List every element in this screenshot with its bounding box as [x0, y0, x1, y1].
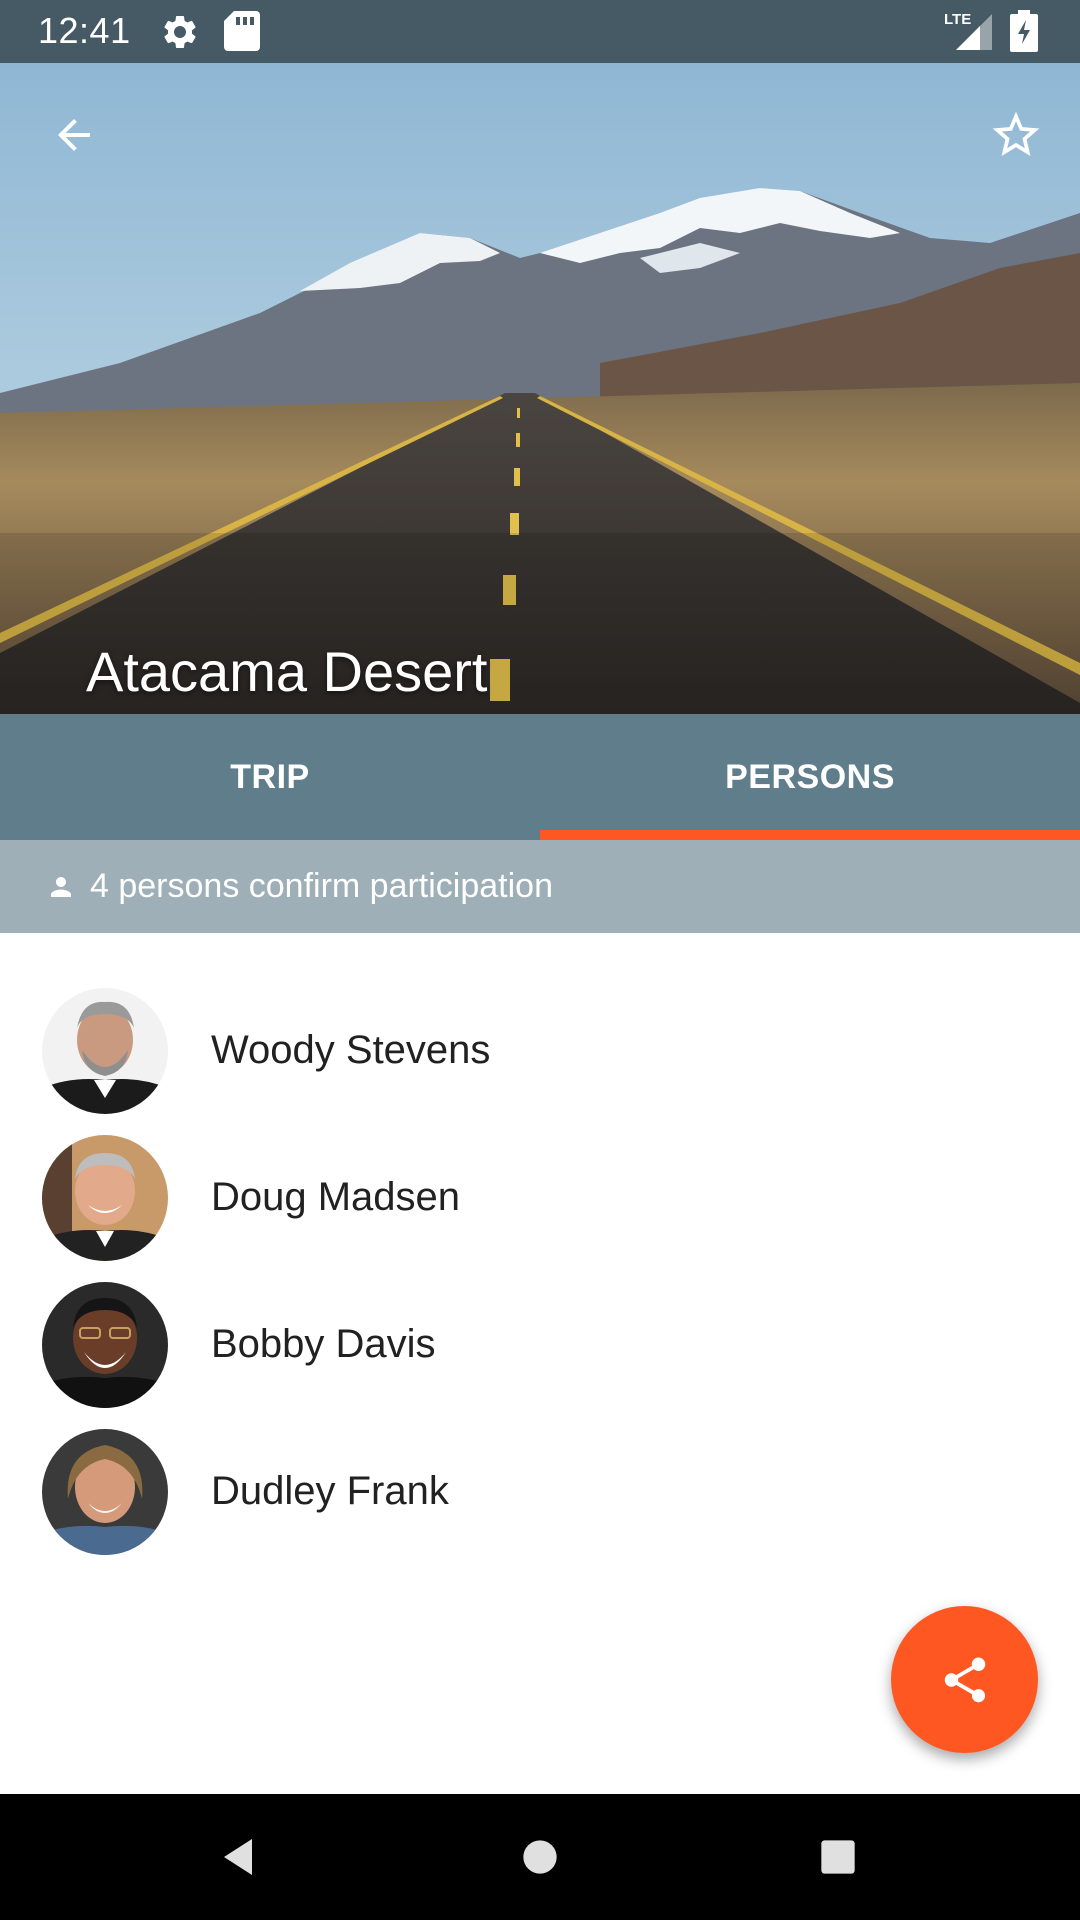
nav-home-icon[interactable] — [506, 1823, 574, 1891]
person-name: Doug Madsen — [211, 1175, 461, 1219]
lte-label: LTE — [944, 11, 971, 28]
avatar — [42, 1281, 168, 1408]
tab-persons[interactable]: PERSONS — [540, 714, 1080, 840]
status-bar: 12:41 LTE — [0, 0, 1080, 63]
desert-road-mountain-photo — [0, 63, 1080, 714]
status-time: 12:41 — [38, 10, 131, 51]
settings-icon — [160, 12, 200, 57]
share-button[interactable] — [891, 1606, 1038, 1753]
nav-back-icon[interactable] — [206, 1823, 274, 1891]
hero-header: Atacama Desert — [0, 63, 1080, 714]
nav-recents-icon[interactable] — [804, 1823, 872, 1891]
participation-text: 4 persons confirm participation — [90, 867, 554, 905]
arrow-back-icon — [50, 111, 98, 159]
back-button[interactable] — [26, 87, 122, 183]
list-item[interactable]: Bobby Davis — [0, 1271, 1080, 1418]
list-item[interactable]: Doug Madsen — [0, 1124, 1080, 1271]
person-name: Dudley Frank — [211, 1469, 449, 1513]
list-item[interactable]: Dudley Frank — [0, 1418, 1080, 1565]
star-outline-icon — [988, 107, 1044, 163]
favorite-button[interactable] — [968, 87, 1064, 183]
tab-bar: TRIP PERSONS — [0, 714, 1080, 840]
tab-persons-label: PERSONS — [725, 757, 895, 796]
sd-card-icon — [224, 11, 260, 56]
trip-title: Atacama Desert — [86, 640, 488, 703]
avatar — [42, 987, 168, 1114]
system-nav-bar — [0, 1794, 1080, 1920]
lte-signal-icon: LTE — [944, 10, 994, 57]
person-name: Bobby Davis — [211, 1322, 436, 1366]
tab-trip-label: TRIP — [230, 757, 310, 796]
person-icon — [46, 872, 76, 902]
list-item[interactable]: Woody Stevens — [0, 977, 1080, 1124]
person-list: Woody Stevens Doug Madsen Bobby Davis Du… — [0, 977, 1080, 1565]
battery-charging-icon — [1010, 10, 1038, 57]
avatar — [42, 1134, 168, 1261]
share-icon — [938, 1653, 992, 1707]
participation-banner: 4 persons confirm participation — [0, 840, 1080, 933]
avatar — [42, 1428, 168, 1555]
person-name: Woody Stevens — [211, 1028, 491, 1072]
tab-trip[interactable]: TRIP — [0, 714, 540, 840]
tab-indicator — [540, 830, 1080, 840]
